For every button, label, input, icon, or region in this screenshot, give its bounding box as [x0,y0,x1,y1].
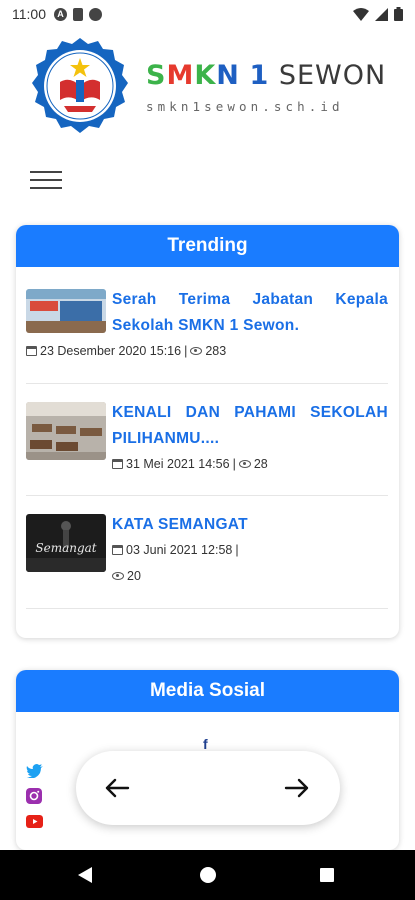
news-views-row: 20 [112,569,141,583]
divider [26,495,388,496]
trending-card: Trending Serah Terima Jabatan Kepala Sek… [16,225,399,638]
meta-separator: | [235,543,239,557]
twitter-icon[interactable] [26,764,43,778]
divider [26,608,388,609]
recent-apps-icon[interactable] [320,868,334,882]
signal-icon [375,7,388,21]
instagram-icon[interactable] [26,788,42,804]
news-date: 03 Juni 2021 12:58 [126,543,233,557]
wifi-icon [353,7,369,21]
eye-icon [190,347,203,355]
eye-icon [238,460,251,468]
news-meta: 03 Juni 2021 12:58 | [112,543,239,557]
trending-heading: Trending [16,225,399,267]
brand-url: smkn1sewon.sch.id [146,99,344,114]
menu-hamburger-icon[interactable] [30,171,62,189]
news-meta: 23 Desember 2020 15:16 | 283 [26,344,226,358]
news-views: 20 [127,569,141,583]
back-icon[interactable] [78,867,92,883]
status-bar: 11:00 A [0,0,415,28]
pagination-pill [76,751,340,825]
calendar-icon [112,459,123,469]
divider [26,383,388,384]
next-button[interactable] [280,771,314,805]
school-logo-icon[interactable] [30,36,130,136]
app-notification-icon: A [54,7,67,21]
brand-title[interactable]: SMKN 1 SEWON [146,60,386,91]
news-views: 28 [253,457,268,471]
meta-separator: | [184,344,188,358]
arrow-right-icon [284,778,309,798]
prev-button[interactable] [100,771,134,805]
calendar-icon [112,545,123,555]
sync-icon [89,7,102,21]
home-icon[interactable] [200,867,216,883]
news-thumbnail[interactable]: Semangat [26,514,106,572]
site-header: SMKN 1 SEWON smkn1sewon.sch.id [30,36,390,138]
meta-separator: | [232,457,236,471]
news-date: 31 Mei 2021 14:56 [126,457,230,471]
system-nav-bar [0,850,415,900]
arrow-left-icon [105,778,130,798]
eye-icon [112,572,124,580]
svg-text:Semangat: Semangat [35,541,96,555]
social-heading: Media Sosial [16,670,399,712]
news-meta: 31 Mei 2021 14:56 | 28 [112,457,268,471]
status-time: 11:00 [12,6,46,22]
sim-icon [73,7,83,21]
facebook-icon[interactable]: f [203,736,208,752]
battery-icon [394,7,403,21]
news-date: 23 Desember 2020 15:16 [40,344,182,358]
youtube-icon[interactable] [26,815,43,829]
calendar-icon [26,346,37,356]
news-title-link[interactable]: KENALI DAN PAHAMI SEKOLAH PILIHANMU.... [112,400,388,452]
news-views: 283 [205,344,227,358]
news-thumbnail[interactable] [26,402,106,460]
news-thumbnail[interactable] [26,289,106,333]
news-title-link[interactable]: Serah Terima Jabatan Kepala Sekolah SMKN… [112,287,388,339]
news-title-link[interactable]: KATA SEMANGAT [112,512,388,538]
